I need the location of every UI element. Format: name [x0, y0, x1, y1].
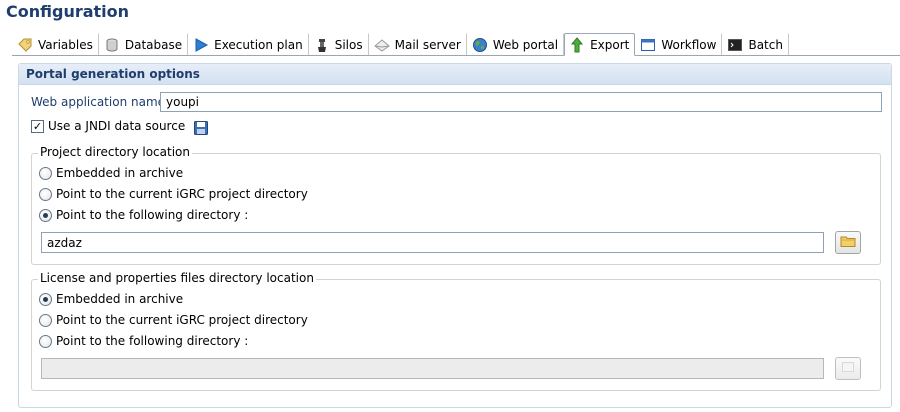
web-app-name-row: Web application name — [31, 92, 165, 112]
project-option-current-project[interactable]: Point to the current iGRC project direct… — [39, 186, 308, 202]
project-option-following-directory[interactable]: Point to the following directory : — [39, 207, 248, 223]
tab-label: Export — [590, 37, 630, 52]
radio-button-selected[interactable] — [39, 208, 52, 222]
project-option-embedded[interactable]: Embedded in archive — [39, 165, 183, 181]
tab-export[interactable]: Export — [564, 33, 636, 56]
jndi-checkbox-row[interactable]: ✓ Use a JNDI data source — [31, 118, 185, 134]
radio-button[interactable] — [39, 334, 52, 348]
tab-mail-server[interactable]: Mail server — [369, 33, 467, 56]
page-title: Configuration — [6, 2, 130, 21]
section-title: Portal generation options — [19, 64, 891, 85]
play-icon — [193, 37, 209, 53]
radio-label: Point to the following directory : — [56, 334, 249, 348]
web-app-name-label: Web application name — [31, 95, 166, 109]
tab-web-portal[interactable]: Web portal — [467, 33, 565, 56]
tab-database[interactable]: Database — [99, 33, 189, 56]
radio-button-selected[interactable] — [39, 292, 52, 306]
tab-bar-divider — [12, 55, 900, 56]
silo-icon — [314, 37, 330, 53]
license-directory-legend: License and properties files directory l… — [38, 271, 316, 285]
radio-button[interactable] — [39, 187, 52, 201]
export-arrow-icon — [569, 36, 585, 53]
tab-batch[interactable]: Batch — [722, 33, 789, 56]
tab-label: Batch — [748, 38, 783, 52]
terminal-icon — [727, 37, 743, 53]
tag-icon — [17, 37, 33, 53]
license-browse-button[interactable] — [835, 357, 861, 380]
blank-icon — [841, 361, 855, 376]
tab-execution-plan[interactable]: Execution plan — [188, 33, 309, 56]
tab-label: Workflow — [661, 38, 717, 52]
radio-label: Point to the current iGRC project direct… — [56, 313, 308, 327]
tab-label: Database — [124, 38, 183, 52]
radio-button[interactable] — [39, 166, 52, 180]
save-icon[interactable] — [193, 120, 209, 139]
web-app-name-input[interactable] — [160, 92, 882, 112]
workflow-window-icon — [640, 37, 656, 53]
license-option-current-project[interactable]: Point to the current iGRC project direct… — [39, 312, 308, 328]
radio-label: Point to the following directory : — [56, 208, 249, 222]
tab-label: Variables — [38, 38, 93, 52]
tab-label: Silos — [334, 38, 363, 52]
license-option-following-directory[interactable]: Point to the following directory : — [39, 333, 248, 349]
tab-variables[interactable]: Variables — [12, 33, 99, 56]
tab-silos[interactable]: Silos — [309, 33, 369, 56]
radio-label: Embedded in archive — [56, 166, 184, 180]
database-icon — [104, 37, 120, 53]
tab-label: Web portal — [492, 38, 559, 52]
mail-icon — [373, 37, 390, 53]
project-browse-button[interactable] — [835, 231, 861, 254]
tab-workflow[interactable]: Workflow — [635, 33, 723, 56]
project-directory-legend: Project directory location — [38, 145, 192, 159]
radio-label: Embedded in archive — [56, 292, 184, 306]
tab-label: Execution plan — [214, 38, 303, 52]
jndi-checkbox[interactable]: ✓ — [31, 119, 44, 133]
tab-bar: Variables Database Execution plan Silos … — [12, 33, 789, 56]
tab-label: Mail server — [394, 38, 461, 52]
radio-label: Point to the current iGRC project direct… — [56, 187, 308, 201]
license-directory-input[interactable] — [41, 358, 824, 379]
jndi-label: Use a JNDI data source — [48, 119, 186, 133]
folder-icon — [840, 234, 856, 251]
radio-button[interactable] — [39, 313, 52, 327]
globe-icon — [472, 37, 488, 53]
project-directory-input[interactable] — [41, 232, 824, 253]
license-option-embedded[interactable]: Embedded in archive — [39, 291, 183, 307]
